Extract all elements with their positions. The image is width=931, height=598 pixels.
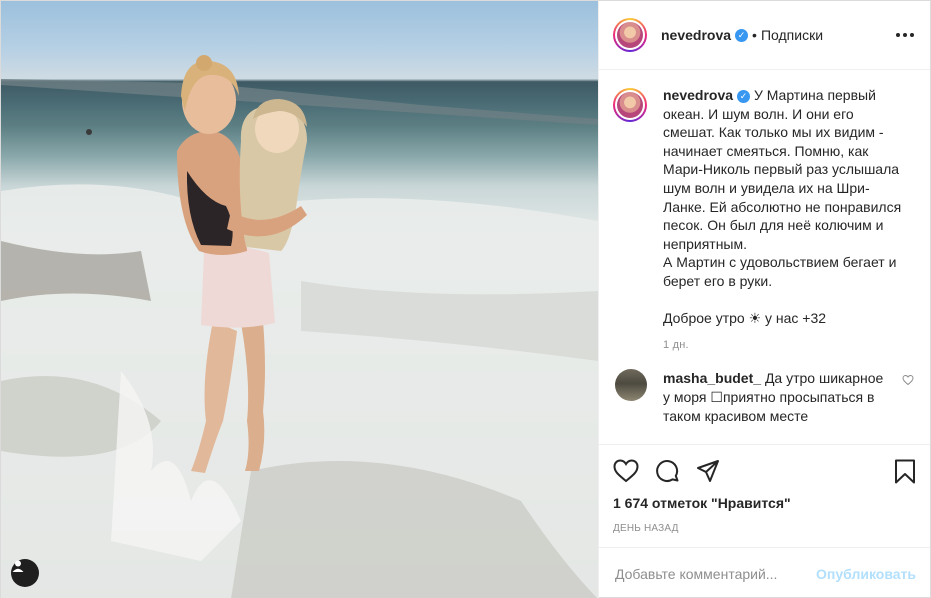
avatar[interactable] [613,88,647,122]
caption-line: Доброе утро ☀ у нас +32 [663,310,827,327]
following-button[interactable]: Подписки [761,27,823,43]
post-sidebar: nevedrova ✓ • Подписки nevedrova ✓ У Март… [598,1,930,598]
post-date[interactable]: ДЕНЬ НАЗАД [613,523,916,534]
caption-line: неприятным. [663,235,748,252]
comment-item: masha_budet_ Да утро шикарное у моря ☐пр… [613,369,914,425]
caption-line: начинает смеяться. Помню, как [663,142,869,159]
caption-line: У Мартина первый [753,87,876,103]
verified-badge-icon: ✓ [737,89,751,103]
user-tag-icon[interactable] [11,559,39,587]
commenter-avatar[interactable] [615,369,647,402]
comment-icon[interactable] [655,459,680,484]
separator-dot: • [752,27,757,43]
caption-line: А Мартин с удовольствием бегает и [663,254,897,271]
add-comment-bar: Опубликовать [599,547,930,598]
caption-line: Мари-Николь первый раз услышала [663,161,900,178]
post-photo[interactable] [1,1,598,598]
more-options-icon[interactable] [896,33,914,37]
post-modal: nevedrova ✓ • Подписки nevedrova ✓ У Март… [0,0,931,598]
caption-line: океан. И шум волн. И они его [663,105,854,122]
commenter-username[interactable]: masha_budet_ [663,370,761,386]
action-icons [613,455,916,487]
caption: nevedrova ✓ У Мартина первый океан. И шум… [613,86,914,354]
beach-scene-illustration [1,55,598,598]
post-actions: 1 674 отметок "Нравится" ДЕНЬ НАЗАД [599,444,930,534]
caption-line: шум волн и увидела их на Шри- [663,179,870,196]
caption-line: Ланке. Ей абсолютно не понравился [663,198,902,215]
comment-text: masha_budet_ Да утро шикарное у моря ☐пр… [663,369,889,425]
avatar[interactable] [613,18,647,52]
add-comment-input[interactable] [615,565,817,582]
caption-line: берет его в руки. [663,272,773,289]
share-icon[interactable] [696,459,720,483]
comments-area: nevedrova ✓ У Мартина первый океан. И шум… [599,70,930,444]
verified-badge-icon: ✓ [735,28,749,42]
author-username[interactable]: nevedrova [661,27,731,43]
caption-line: смешат. Как только мы их видим - [663,124,884,141]
comment-like-heart-icon[interactable] [902,373,914,389]
likes-count[interactable]: 1 674 отметок "Нравится" [613,495,916,511]
bookmark-icon[interactable] [894,459,916,484]
caption-text: nevedrova ✓ У Мартина первый океан. И шум… [663,86,901,354]
caption-username[interactable]: nevedrova [663,87,733,103]
heart-icon[interactable] [613,459,639,483]
caption-line: песок. Он был для неё колючим и [663,217,884,234]
post-time-ago[interactable]: 1 дн. [663,336,901,355]
post-header: nevedrova ✓ • Подписки [599,1,930,70]
publish-button[interactable]: Опубликовать [816,566,916,582]
